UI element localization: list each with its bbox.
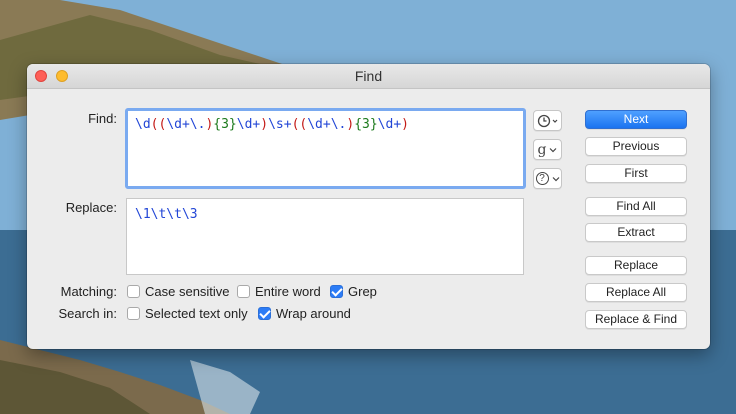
find-token: \d+: [377, 117, 402, 132]
title-bar: Find: [27, 64, 710, 89]
find-token: ): [401, 117, 409, 132]
case-sensitive-label: Case sensitive: [145, 284, 230, 299]
clock-icon: [537, 114, 557, 127]
replace-and-find-button[interactable]: Replace & Find: [585, 310, 687, 329]
history-popup-button[interactable]: [533, 110, 562, 131]
find-token: \d+: [236, 117, 261, 132]
find-token: ): [346, 117, 355, 132]
case-sensitive-checkbox[interactable]: [127, 285, 140, 298]
find-token: \d+\.: [307, 117, 347, 132]
wrap-around-checkbox[interactable]: [258, 307, 271, 320]
first-button[interactable]: First: [585, 164, 687, 183]
find-input[interactable]: \d((\d+\.){3}\d+)\s+((\d+\.){3}\d+): [125, 108, 526, 189]
previous-button[interactable]: Previous: [585, 137, 687, 156]
find-token: \d: [135, 117, 151, 132]
find-token: {3}: [213, 117, 237, 132]
question-icon: ?: [535, 172, 549, 185]
find-token: {3}: [354, 117, 378, 132]
matching-label: Matching:: [60, 284, 117, 299]
chevron-down-icon: [550, 147, 557, 152]
next-button[interactable]: Next: [585, 110, 687, 129]
find-token: ): [260, 117, 269, 132]
search-in-label: Search in:: [58, 306, 117, 321]
find-all-button[interactable]: Find All: [585, 197, 687, 216]
replace-all-button[interactable]: Replace All: [585, 283, 687, 302]
extract-button[interactable]: Extract: [585, 223, 687, 242]
help-popup-button[interactable]: ?: [533, 168, 562, 189]
g-icon: g: [537, 141, 547, 158]
replace-label: Replace:: [65, 200, 117, 215]
grep-label: Grep: [348, 284, 377, 299]
wrap-around-label: Wrap around: [276, 306, 351, 321]
grep-pattern-popup-button[interactable]: g: [533, 139, 562, 160]
find-dialog: Find Find: \d((\d+\.){3}\d+)\s+((\d+\.){…: [27, 64, 710, 349]
grep-checkbox[interactable]: [330, 285, 343, 298]
entire-word-label: Entire word: [255, 284, 321, 299]
find-token: \s+: [268, 117, 292, 132]
find-label: Find:: [88, 111, 117, 126]
replace-input[interactable]: \1\t\t\3: [126, 198, 524, 275]
window-title: Find: [354, 68, 383, 84]
entire-word-checkbox[interactable]: [237, 285, 250, 298]
find-token: \d+\.: [166, 117, 206, 132]
replace-button[interactable]: Replace: [585, 256, 687, 275]
chevron-down-icon: [552, 176, 559, 181]
selected-text-only-label: Selected text only: [145, 306, 248, 321]
selected-text-only-checkbox[interactable]: [127, 307, 140, 320]
